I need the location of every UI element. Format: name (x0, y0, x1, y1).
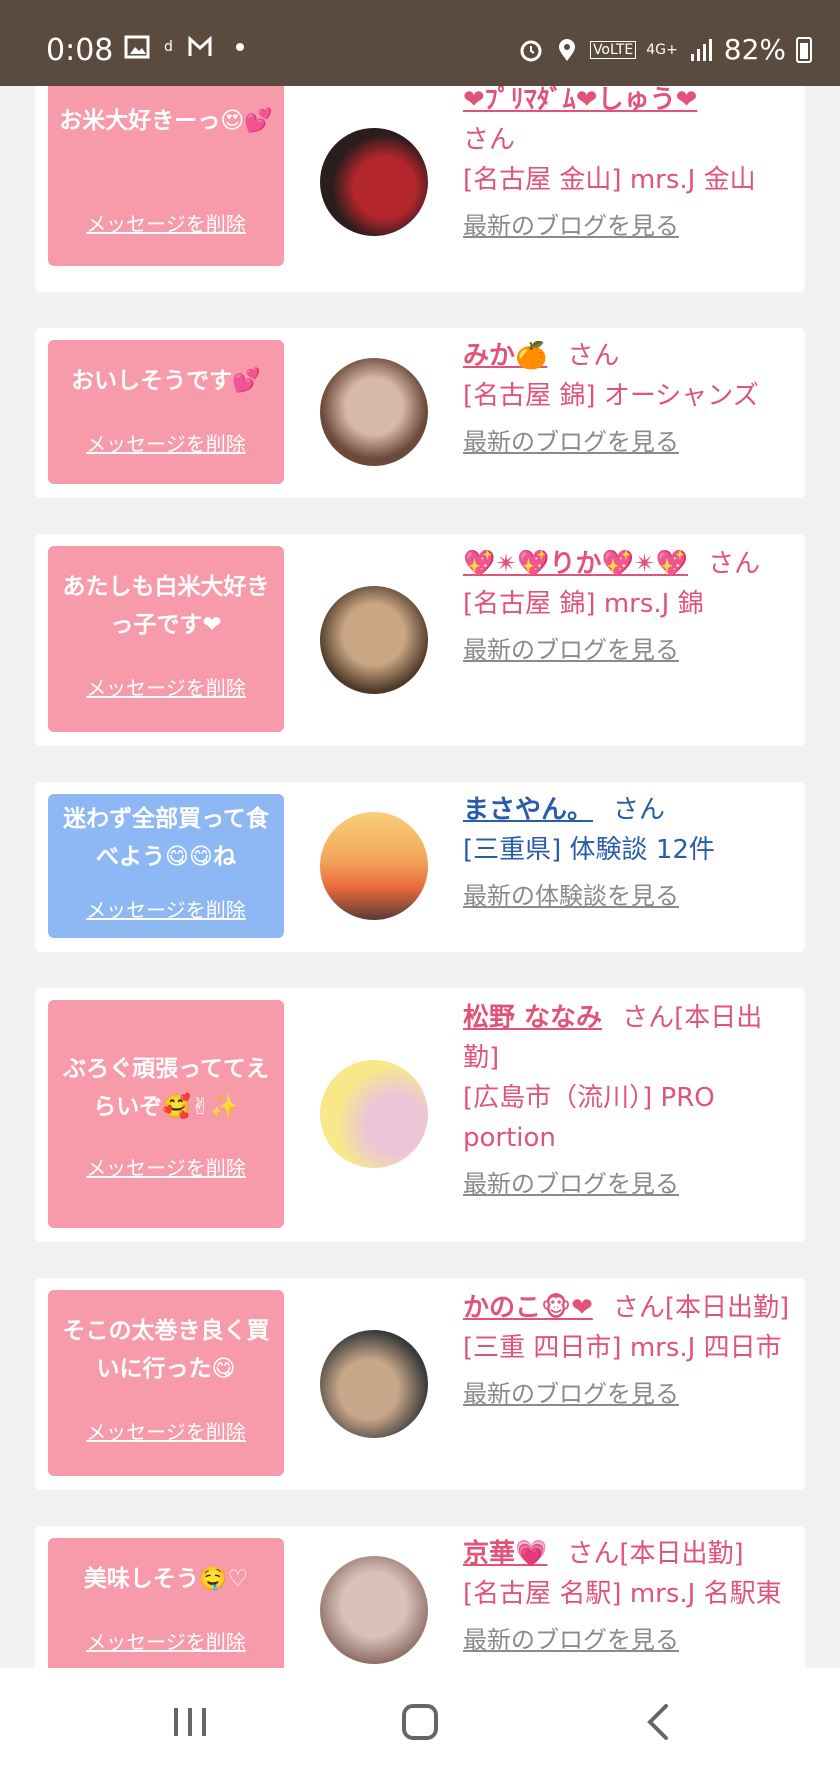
message-card: 迷わず全部買って食べよう😋😋ね メッセージを削除 まさやん。 さん [三重県] 体… (35, 782, 805, 952)
dot-icon (235, 43, 244, 51)
location-icon (558, 38, 575, 61)
latest-blog-link[interactable]: 最新のブログを見る (463, 630, 793, 670)
profile-name-link[interactable]: まさやん。 (463, 795, 593, 825)
4g-icon: 4G+ (646, 41, 678, 58)
profile-info: かのこ🐵❤ さん[本日出勤] [三重 四日市] mrs.J 四日市 最新のブログを… (463, 1288, 793, 1414)
delete-message-link[interactable]: メッセージを削除 (48, 208, 284, 237)
honorific: さん (708, 549, 761, 579)
latest-blog-link[interactable]: 最新のブログを見る (463, 422, 793, 462)
profile-name-link[interactable]: 💖✴💖りか💖✴💖 (463, 549, 688, 579)
latest-report-link[interactable]: 最新の体験談を見る (463, 876, 793, 916)
profile-info: まさやん。 さん [三重県] 体験談 12件 最新の体験談を見る (463, 790, 793, 916)
message-list[interactable]: お米大好きーっ😍💕 メッセージを削除 ❤ﾌﾟﾘﾏﾀﾞﾑ❤しゅう❤ さん [名古屋… (0, 86, 840, 1668)
profile-name-link[interactable]: ❤ﾌﾟﾘﾏﾀﾞﾑ❤しゅう❤ (463, 86, 697, 115)
system-icons: VoLTE 4G+ 82% (518, 33, 812, 66)
profile-info: 京華💗 さん[本日出勤] [名古屋 名駅] mrs.J 名駅東 最新のブログを見る (463, 1534, 793, 1660)
latest-blog-link[interactable]: 最新のブログを見る (463, 1620, 793, 1660)
message-bubble: そこの太巻き良く買いに行った😋 メッセージを削除 (48, 1290, 284, 1476)
delete-message-link[interactable]: メッセージを削除 (48, 1416, 284, 1445)
delete-message-link[interactable]: メッセージを削除 (48, 1152, 284, 1181)
message-bubble: ぶろぐ頑張っててえらいぞ🥰✌✨ メッセージを削除 (48, 1000, 284, 1228)
dhealth-icon: d (164, 39, 173, 55)
system-nav-bar (0, 1668, 840, 1773)
shop-label: [名古屋 名駅] mrs.J 名駅東 (463, 1579, 782, 1609)
profile-info: 💖✴💖りか💖✴💖 さん [名古屋 錦] mrs.J 錦 最新のブログを見る (463, 544, 793, 670)
home-icon[interactable] (398, 1702, 442, 1742)
shop-label: [三重 四日市] mrs.J 四日市 (463, 1333, 782, 1363)
honorific: さん[本日出勤] (612, 1293, 790, 1323)
delete-message-link[interactable]: メッセージを削除 (48, 894, 284, 923)
message-text: 美味しそう🤤♡ (83, 1566, 249, 1592)
profile-info: ❤ﾌﾟﾘﾏﾀﾞﾑ❤しゅう❤ さん [名古屋 金山] mrs.J 金山 最新のブロ… (463, 86, 793, 246)
message-text: お米大好きーっ😍💕 (59, 108, 273, 134)
avatar[interactable] (320, 812, 428, 920)
signal-icon (690, 38, 712, 61)
message-text: おいしそうです💕 (71, 368, 261, 394)
message-card: おいしそうです💕 メッセージを削除 みか🍊 さん [名古屋 錦] オーシャンズ 最… (35, 328, 805, 498)
profile-name-link[interactable]: みか🍊 (463, 341, 547, 371)
message-text: あたしも白米大好きっ子です❤ (62, 574, 270, 638)
alarm-icon (520, 40, 542, 61)
latest-blog-link[interactable]: 最新のブログを見る (463, 1164, 793, 1204)
message-bubble: あたしも白米大好きっ子です❤ メッセージを削除 (48, 546, 284, 732)
shop-label: [名古屋 錦] mrs.J 錦 (463, 589, 704, 619)
delete-message-link[interactable]: メッセージを削除 (48, 672, 284, 701)
honorific: さん[本日出勤] (567, 1539, 744, 1569)
recent-apps-icon[interactable] (168, 1702, 212, 1742)
honorific: さん (463, 125, 516, 155)
message-bubble: おいしそうです💕 メッセージを削除 (48, 340, 284, 484)
message-card: あたしも白米大好きっ子です❤ メッセージを削除 💖✴💖りか💖✴💖 さん [名古屋 … (35, 534, 805, 746)
latest-blog-link[interactable]: 最新のブログを見る (463, 206, 793, 246)
message-card: 美味しそう🤤♡ メッセージを削除 京華💗 さん[本日出勤] [名古屋 名駅] mr… (35, 1526, 805, 1668)
volte-icon: VoLTE (589, 40, 637, 59)
notification-icons: d (124, 34, 253, 60)
profile-name-link[interactable]: 京華💗 (463, 1539, 547, 1569)
delete-message-link[interactable]: メッセージを削除 (48, 428, 284, 457)
avatar[interactable] (320, 1330, 428, 1438)
shop-label: [名古屋 金山] mrs.J 金山 (463, 165, 756, 195)
back-icon[interactable] (638, 1702, 682, 1742)
honorific: さん (613, 795, 666, 825)
latest-blog-link[interactable]: 最新のブログを見る (463, 1374, 793, 1414)
avatar[interactable] (320, 586, 428, 694)
delete-message-link[interactable]: メッセージを削除 (48, 1626, 284, 1655)
battery-icon (796, 36, 812, 63)
profile-name-link[interactable]: 松野 ななみ (463, 1003, 602, 1033)
status-time: 0:08 (46, 33, 114, 68)
gmail-icon (188, 35, 212, 56)
message-bubble: 迷わず全部買って食べよう😋😋ね メッセージを削除 (48, 794, 284, 938)
profile-info: 松野 ななみ さん[本日出勤] [広島市（流川）] PRO portion 最新の… (463, 998, 793, 1204)
message-text: 迷わず全部買って食べよう😋😋ね (63, 806, 269, 870)
honorific: さん (567, 341, 620, 371)
message-text: そこの太巻き良く買いに行った😋 (62, 1318, 270, 1382)
message-card: ぶろぐ頑張っててえらいぞ🥰✌✨ メッセージを削除 松野 ななみ さん[本日出勤] … (35, 988, 805, 1242)
message-card: そこの太巻き良く買いに行った😋 メッセージを削除 かのこ🐵❤ さん[本日出勤] [… (35, 1278, 805, 1490)
avatar[interactable] (320, 1060, 428, 1168)
battery-percent: 82% (723, 33, 786, 66)
profile-name-link[interactable]: かのこ🐵❤ (463, 1293, 593, 1323)
avatar[interactable] (320, 128, 428, 236)
message-text: ぶろぐ頑張っててえらいぞ🥰✌✨ (63, 1056, 269, 1120)
status-bar: 0:08 d VoLTE 4G+ 82% (0, 0, 840, 86)
message-bubble: 美味しそう🤤♡ メッセージを削除 (48, 1538, 284, 1668)
message-bubble: お米大好きーっ😍💕 メッセージを削除 (48, 86, 284, 266)
avatar[interactable] (320, 1556, 428, 1664)
profile-info: みか🍊 さん [名古屋 錦] オーシャンズ 最新のブログを見る (463, 336, 793, 462)
image-icon (124, 35, 150, 59)
shop-label: [広島市（流川）] PRO portion (463, 1083, 715, 1153)
shop-label: [三重県] 体験談 12件 (463, 835, 715, 865)
avatar[interactable] (320, 358, 428, 466)
shop-label: [名古屋 錦] オーシャンズ (463, 381, 759, 411)
message-card: お米大好きーっ😍💕 メッセージを削除 ❤ﾌﾟﾘﾏﾀﾞﾑ❤しゅう❤ さん [名古屋… (35, 86, 805, 292)
